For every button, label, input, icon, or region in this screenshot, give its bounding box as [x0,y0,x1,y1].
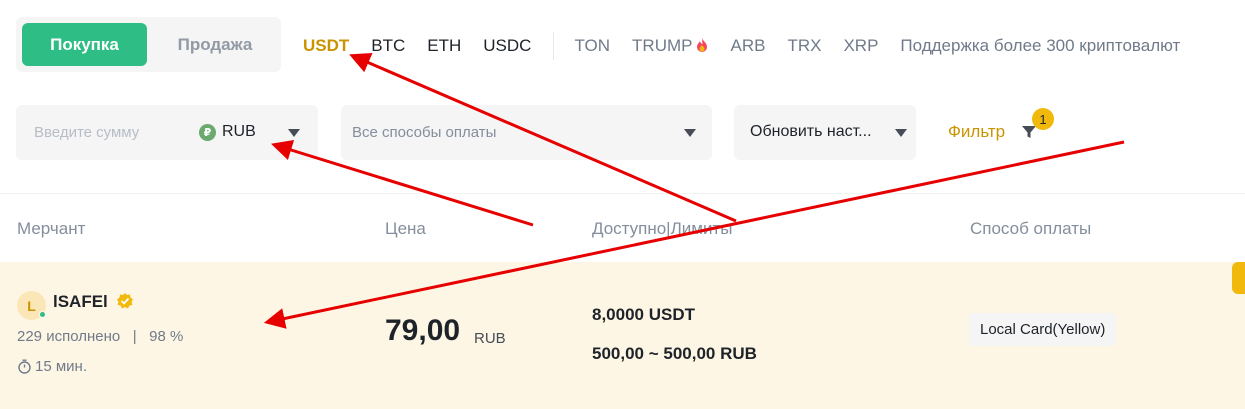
merchant-name[interactable]: lSAFEl [53,292,108,312]
chevron-down-icon[interactable] [288,129,300,137]
coin-tab-trump-label: TRUMP [632,36,693,55]
column-header-merchant: Мерчант [17,219,86,238]
offer-price: 79,00 [385,314,461,347]
column-header-available-limits: Доступно|Лимиты [592,219,733,238]
payment-method-placeholder: Все способы оплаты [352,124,497,141]
payment-method-select[interactable]: Все способы оплаты [341,105,712,160]
filter-button[interactable]: Фильтр [948,122,1005,142]
coin-tab-usdc[interactable]: USDC [483,36,531,56]
payment-time: 15 мин. [17,358,87,375]
refresh-settings-label: Обновить наст... [750,123,872,140]
buy-button[interactable]: Покупка [22,23,147,66]
coin-tabs-divider [553,32,555,60]
coin-tab-usdt[interactable]: USDT [303,36,349,56]
payment-method-tag: Local Card(Yellow) [969,313,1117,346]
divider [0,193,1245,194]
orders-count: 229 исполнено [17,328,121,345]
amount-placeholder: Введите сумму [34,124,140,141]
verified-icon [117,293,133,309]
trade-mode-toggle: Покупка Продажа [16,17,281,72]
column-header-payment-method: Способ оплаты [970,219,1092,238]
coin-tab-trx[interactable]: TRX [787,36,821,56]
order-limits: 500,00 ~ 500,00 RUB [592,344,757,363]
chevron-down-icon [895,129,907,137]
available-amount: 8,0000 USDT [592,305,695,324]
timer-icon [18,359,31,374]
coin-tab-arb[interactable]: ARB [730,36,765,56]
fire-icon [697,38,708,52]
amount-input[interactable]: Введите сумму ₽ RUB [16,105,318,160]
rub-icon: ₽ [199,124,216,141]
coin-tab-btc[interactable]: BTC [371,36,405,56]
coin-tab-eth[interactable]: ETH [427,36,461,56]
coin-tab-trump[interactable]: TRUMP [632,36,708,56]
currency-label: RUB [222,123,256,140]
online-status-dot [39,311,46,318]
completion-rate: 98 % [149,328,184,345]
price-currency: RUB [474,330,506,347]
coin-tab-xrp[interactable]: XRP [843,36,878,56]
coin-tab-ton[interactable]: TON [574,36,610,56]
refresh-settings-select[interactable]: Обновить наст... [734,105,916,160]
coin-tabs: USDT BTC ETH USDC TON TRUMP ARB TRX XRP … [303,32,1180,60]
filter-count-badge: 1 [1032,108,1054,130]
crypto-support-link[interactable]: Поддержка более 300 криптовалют [900,36,1180,56]
chevron-down-icon [684,129,696,137]
side-tab-edge[interactable] [1232,262,1245,294]
payment-time-value: 15 мин. [35,358,87,375]
table-row[interactable]: L lSAFEl 229 исполнено | 98 % 15 мин. 79… [0,262,1245,409]
merchant-stats: 229 исполнено | 98 % [17,328,184,345]
sell-button[interactable]: Продажа [156,23,274,66]
column-header-price: Цена [385,219,426,238]
